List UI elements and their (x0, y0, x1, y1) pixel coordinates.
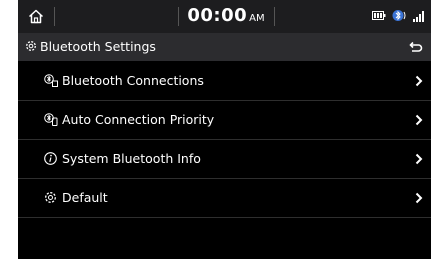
home-icon (28, 9, 44, 24)
chevron-right-icon (415, 192, 423, 204)
bluetooth-devices-icon (44, 74, 58, 87)
menu-item-auto-connection-priority[interactable]: Auto Connection Priority (18, 101, 431, 140)
clock[interactable]: 00:00 AM (178, 5, 274, 29)
infotainment-screen: 00:00 AM Bluetooth Settings Bluetooth Co… (18, 0, 431, 259)
info-icon (44, 152, 57, 165)
status-icons (372, 9, 425, 22)
page-title: Bluetooth Settings (40, 39, 156, 54)
status-bar: 00:00 AM (18, 0, 431, 33)
menu-item-bluetooth-connections[interactable]: Bluetooth Connections (18, 62, 431, 101)
clock-ampm: AM (249, 13, 265, 24)
gear-icon (45, 192, 56, 203)
chevron-right-icon (415, 75, 423, 87)
chevron-right-icon (415, 153, 423, 165)
bluetooth-phone-icon (392, 10, 406, 21)
back-arrow-icon (409, 41, 423, 52)
title-bar: Bluetooth Settings (18, 33, 431, 61)
menu-item-label: Default (62, 190, 108, 205)
gear-icon (26, 41, 36, 51)
signal-icon (413, 10, 424, 22)
menu-item-default[interactable]: Default (18, 179, 431, 218)
menu-item-system-bluetooth-info[interactable]: System Bluetooth Info (18, 140, 431, 179)
divider (18, 217, 431, 218)
home-button[interactable] (18, 0, 54, 33)
menu-item-label: System Bluetooth Info (62, 151, 201, 166)
menu-item-label: Auto Connection Priority (62, 112, 215, 127)
clock-time: 00:00 (187, 5, 248, 26)
menu-item-label: Bluetooth Connections (62, 73, 204, 88)
bluetooth-priority-icon (44, 113, 58, 126)
battery-icon (372, 11, 386, 20)
status-divider (274, 7, 275, 26)
chevron-right-icon (415, 114, 423, 126)
back-button[interactable] (401, 33, 431, 61)
status-divider (54, 7, 55, 26)
